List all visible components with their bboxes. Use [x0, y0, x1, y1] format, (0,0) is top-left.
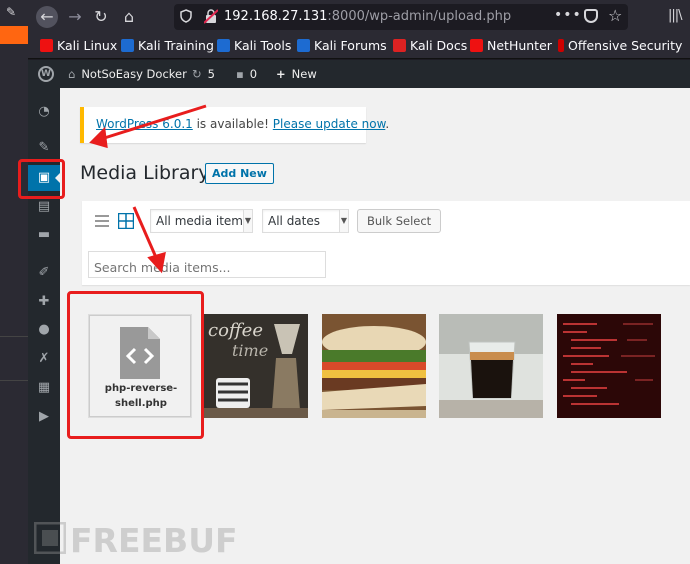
watermark-text: FREEBUF: [70, 521, 238, 560]
freebuf-watermark: FREEBUF: [28, 518, 238, 560]
arrow-to-notice: [97, 104, 207, 142]
arrowhead: [89, 126, 108, 149]
annotation-arrows: [89, 104, 207, 274]
freebuf-logo-icon: [34, 522, 66, 554]
arrow-to-search: [132, 206, 160, 263]
arrowhead: [147, 251, 166, 274]
